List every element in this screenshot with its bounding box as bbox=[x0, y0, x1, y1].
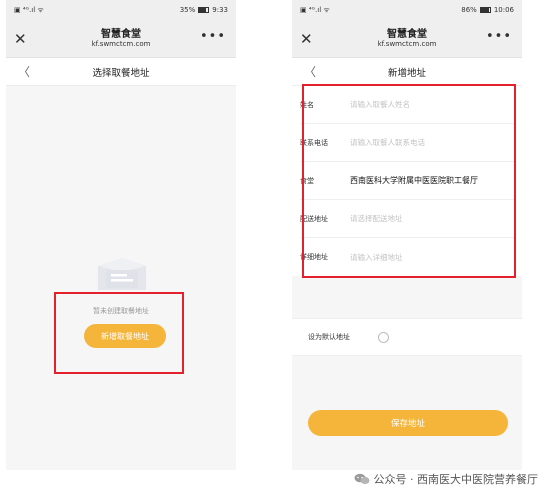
status-bar: ▣ ⁴ᴳ.ıl ᯤ 35% 9:33 bbox=[6, 0, 236, 20]
highlight-box bbox=[302, 84, 516, 278]
status-bar: ▣ ⁴ᴳ.ıl ᯤ 86% 10:06 bbox=[292, 0, 522, 20]
watermark-text: 公众号 · 西南医大中医院营养餐厅 bbox=[373, 473, 539, 486]
battery-icon bbox=[198, 7, 210, 13]
close-icon[interactable]: ✕ bbox=[14, 30, 27, 48]
back-icon[interactable]: 〈 bbox=[18, 63, 30, 80]
empty-box-icon bbox=[98, 258, 146, 290]
highlight-box bbox=[54, 292, 184, 374]
watermark: 公众号 · 西南医大中医院营养餐厅 bbox=[354, 471, 539, 487]
wechat-icon bbox=[354, 473, 369, 485]
page-title: 选择取餐地址 bbox=[92, 67, 150, 79]
default-radio[interactable] bbox=[378, 331, 389, 343]
left-screen: ▣ ⁴ᴳ.ıl ᯤ 35% 9:33 ✕ 智慧食堂 kf.swmctcm.com… bbox=[6, 0, 236, 470]
page-title: 新增地址 bbox=[387, 67, 426, 79]
battery-percent: 86% bbox=[461, 6, 477, 14]
clock: 10:06 bbox=[493, 6, 514, 14]
save-address-button[interactable]: 保存地址 bbox=[308, 410, 508, 436]
nav-bar: 〈 选择取餐地址 bbox=[6, 58, 236, 86]
browser-titlebar: ✕ 智慧食堂 kf.swmctcm.com ••• bbox=[292, 20, 522, 58]
app-title: 智慧食堂 bbox=[101, 28, 141, 40]
signal-icons: ▣ ⁴ᴳ.ıl ᯤ bbox=[14, 5, 44, 14]
default-address-label: 设为默认地址 bbox=[308, 333, 350, 341]
app-url: kf.swmctcm.com bbox=[377, 40, 437, 49]
right-screen: ▣ ⁴ᴳ.ıl ᯤ 86% 10:06 ✕ 智慧食堂 kf.swmctcm.co… bbox=[292, 0, 522, 470]
more-icon[interactable]: ••• bbox=[200, 29, 226, 44]
default-address-row[interactable]: 设为默认地址 bbox=[292, 318, 522, 356]
more-icon[interactable]: ••• bbox=[486, 29, 512, 44]
nav-bar: 〈 新增地址 bbox=[292, 58, 522, 86]
clock: 9:33 bbox=[212, 6, 228, 14]
battery-percent: 35% bbox=[179, 6, 196, 14]
close-icon[interactable]: ✕ bbox=[300, 30, 313, 48]
battery-icon bbox=[479, 7, 491, 13]
app-url: kf.swmctcm.com bbox=[91, 40, 151, 49]
signal-icons: ▣ ⁴ᴳ.ıl ᯤ bbox=[300, 5, 330, 14]
back-icon[interactable]: 〈 bbox=[304, 63, 316, 80]
browser-titlebar: ✕ 智慧食堂 kf.swmctcm.com ••• bbox=[6, 20, 236, 58]
app-title: 智慧食堂 bbox=[387, 28, 427, 40]
